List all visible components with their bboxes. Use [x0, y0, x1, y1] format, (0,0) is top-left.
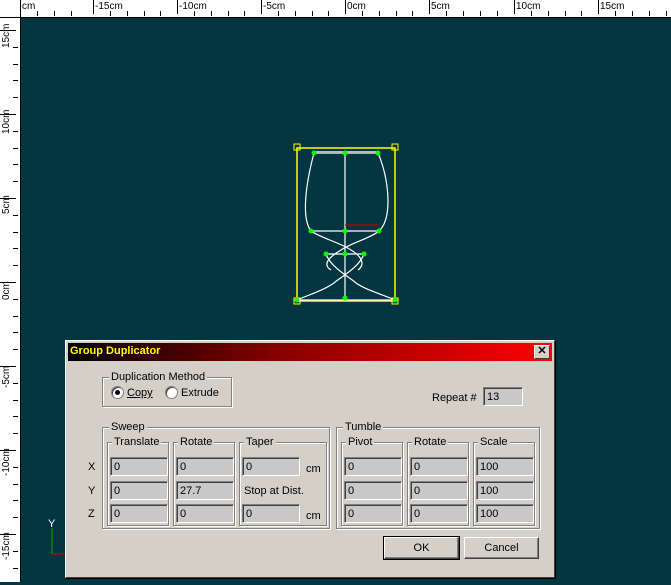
- cancel-button[interactable]: Cancel: [464, 537, 539, 559]
- ruler-vertical: 15cm 10cm 5cm 0cm -5cm -10cm -15cm: [0, 0, 21, 582]
- pivot-group: Pivot 0 0 0: [341, 436, 403, 526]
- scale-y-input[interactable]: 100: [476, 481, 534, 500]
- ruler-label: 10cm: [516, 1, 541, 12]
- ruler-label: -5cm: [263, 1, 286, 12]
- pivot-z-input[interactable]: 0: [344, 504, 402, 523]
- taper-label: Taper: [244, 436, 276, 448]
- sweep-rotate-z-input[interactable]: 0: [176, 504, 234, 523]
- stop-at-dist-input[interactable]: 0: [242, 504, 300, 523]
- dialog-titlebar[interactable]: Group Duplicator ✕: [68, 343, 552, 361]
- ruler-corner: [0, 0, 21, 18]
- sweep-rotate-y-input[interactable]: 27.7: [176, 481, 234, 500]
- pivot-x-input[interactable]: 0: [344, 457, 402, 476]
- ruler-label: -15cm: [1, 532, 12, 560]
- stop-at-dist-unit: cm: [306, 510, 321, 522]
- tumble-label: Tumble: [343, 421, 384, 433]
- ruler-label: -5cm: [1, 365, 12, 388]
- stop-at-dist-label: Stop at Dist.: [244, 485, 304, 497]
- tumble-group: Tumble Pivot 0 0 0 Rotate 0 0 0 Scale 10…: [336, 421, 540, 529]
- pivot-label: Pivot: [346, 436, 375, 448]
- glass-spline: [296, 152, 396, 301]
- ruler-label: 10cm: [1, 109, 12, 134]
- extrude-radio[interactable]: [165, 386, 178, 399]
- translate-x-input[interactable]: 0: [110, 457, 168, 476]
- ruler-label: -15cm: [95, 1, 123, 12]
- ruler-label: -10cm: [1, 448, 12, 476]
- repeat-label: Repeat #: [432, 392, 477, 404]
- translate-label: Translate: [112, 436, 162, 448]
- sweep-label: Sweep: [109, 421, 147, 433]
- close-button[interactable]: ✕: [534, 345, 550, 359]
- extrude-radio-label[interactable]: Extrude: [181, 387, 219, 399]
- duplication-method-label: Duplication Method: [109, 371, 208, 383]
- taper-input[interactable]: 0: [242, 457, 300, 476]
- sweep-rotate-x-input[interactable]: 0: [176, 457, 234, 476]
- scale-group: Scale 100 100 100: [473, 436, 535, 526]
- close-icon: ✕: [537, 345, 547, 357]
- tumble-rotate-y-input[interactable]: 0: [410, 481, 468, 500]
- ruler-label: 5cm: [431, 1, 450, 12]
- taper-unit: cm: [306, 463, 321, 475]
- ruler-horizontal: cm -15cm -10cm -5cm 0cm 5cm 10cm 15cm: [0, 0, 671, 18]
- scale-x-input[interactable]: 100: [476, 457, 534, 476]
- dialog-title: Group Duplicator: [70, 345, 161, 357]
- ruler-label: 5cm: [1, 195, 12, 214]
- translate-group: Translate 0 0 0: [107, 436, 169, 526]
- ruler-label: -10cm: [179, 1, 207, 12]
- copy-radio-label[interactable]: Copy: [127, 387, 153, 399]
- axis-y-label: Y: [48, 518, 56, 530]
- translate-z-input[interactable]: 0: [110, 504, 168, 523]
- axis-z-row-label: Z: [88, 508, 95, 520]
- group-duplicator-dialog: Group Duplicator ✕ Duplication Method Co…: [65, 340, 555, 578]
- scale-label: Scale: [478, 436, 510, 448]
- pivot-y-input[interactable]: 0: [344, 481, 402, 500]
- tumble-rotate-x-input[interactable]: 0: [410, 457, 468, 476]
- sweep-group: Sweep Translate 0 0 0 Rotate 0 27.7 0 Ta…: [102, 421, 330, 529]
- ok-button[interactable]: OK: [383, 536, 460, 560]
- copy-radio[interactable]: [111, 386, 124, 399]
- repeat-input[interactable]: 13: [483, 387, 523, 406]
- axis-y-row-label: Y: [88, 485, 96, 497]
- tumble-rotate-group: Rotate 0 0 0: [407, 436, 469, 526]
- axis-x-row-label: X: [88, 461, 96, 473]
- tumble-rotate-label: Rotate: [412, 436, 449, 448]
- tumble-rotate-z-input[interactable]: 0: [410, 504, 468, 523]
- ruler-label: cm: [22, 1, 36, 12]
- ruler-label: 0cm: [1, 281, 12, 300]
- duplication-method-group: Duplication Method Copy Extrude: [102, 371, 232, 407]
- sweep-rotate-group: Rotate 0 27.7 0: [173, 436, 235, 526]
- ruler-label: 0cm: [347, 1, 366, 12]
- taper-group: Taper 0 cm Stop at Dist. 0 cm: [239, 436, 327, 526]
- ruler-label: 15cm: [1, 23, 12, 48]
- translate-y-input[interactable]: 0: [110, 481, 168, 500]
- sweep-rotate-label: Rotate: [178, 436, 215, 448]
- ruler-label: 15cm: [600, 1, 625, 12]
- scale-z-input[interactable]: 100: [476, 504, 534, 523]
